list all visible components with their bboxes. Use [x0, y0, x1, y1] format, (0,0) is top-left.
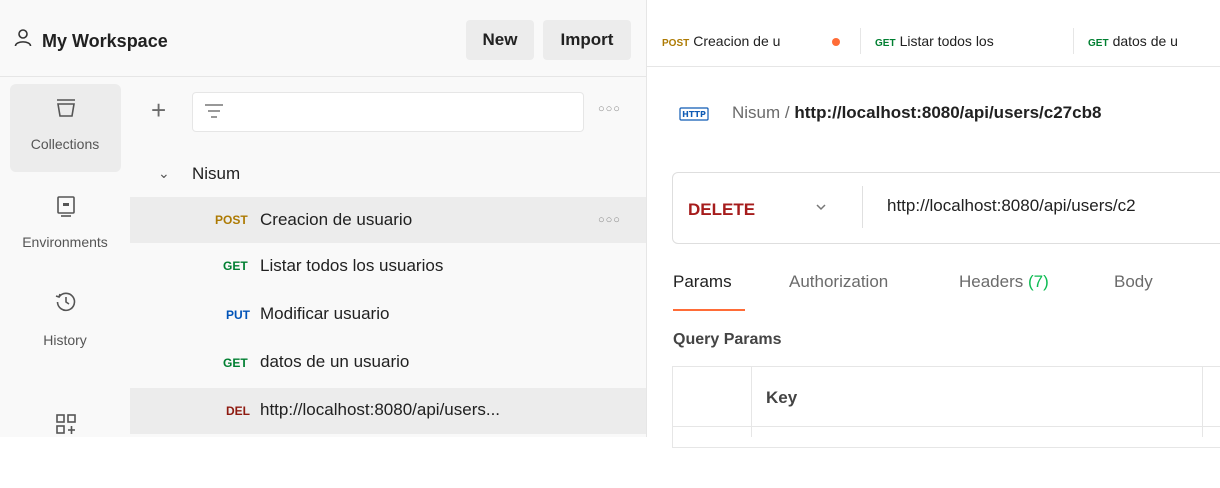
collection-name: Nisum [192, 164, 241, 183]
breadcrumb: Nisum / http://localhost:8080/api/users/… [732, 103, 1101, 123]
rail-item-environments[interactable]: Environments [10, 186, 121, 274]
request-row[interactable]: GET datos de un usuario [130, 340, 646, 386]
rail-label-collections: Collections [30, 136, 100, 152]
history-icon [55, 292, 76, 312]
request-more-icon[interactable]: ○○○ [598, 214, 621, 226]
workspace-title[interactable]: My Workspace [42, 31, 168, 52]
tab-method: GET [875, 38, 896, 49]
method-badge: POST [215, 213, 248, 227]
http-icon: HTTP [679, 107, 709, 121]
table-row-divider [672, 426, 1220, 427]
request-name: Modificar usuario [260, 304, 390, 323]
rail-label-history: History [43, 332, 87, 348]
headers-count: (7) [1028, 272, 1049, 291]
tab-request[interactable]: GET Listar todos los [875, 33, 1055, 49]
tab-label: datos de u [1112, 33, 1178, 49]
column-header-key: Key [766, 388, 798, 407]
rail-item-collections[interactable]: Collections [10, 84, 121, 172]
url-divider [862, 186, 863, 228]
tab-method: GET [1088, 38, 1109, 49]
unsaved-indicator [832, 38, 840, 46]
tab-params[interactable]: Params [673, 272, 732, 292]
tab-request[interactable]: GET datos de u [1088, 33, 1220, 49]
add-collection-icon[interactable]: + [151, 97, 166, 123]
new-button[interactable]: New [466, 20, 534, 60]
rail-label-environments: Environments [22, 234, 108, 250]
tab-authorization[interactable]: Authorization [789, 272, 888, 292]
tab-request[interactable]: POST Creacion de u [662, 33, 828, 49]
rail-item-history[interactable]: History [10, 282, 121, 370]
request-row[interactable]: POST Creacion de usuario ○○○ [130, 197, 646, 243]
query-params-title: Query Params [673, 331, 782, 348]
request-name: datos de un usuario [260, 352, 410, 371]
add-apps-icon [56, 414, 76, 434]
tab-headers[interactable]: Headers (7) [959, 272, 1049, 292]
chevron-down-icon: ⌄ [158, 165, 170, 181]
active-tab-indicator [673, 309, 745, 311]
request-title[interactable]: http://localhost:8080/api/users/c27cb8 [794, 103, 1101, 122]
rail-item-apps[interactable] [10, 400, 121, 488]
method-badge: PUT [226, 308, 250, 322]
collection-row-nisum[interactable]: ⌄ Nisum [130, 151, 646, 197]
breadcrumb-separator: / [784, 103, 790, 122]
request-name: Listar todos los usuarios [260, 256, 444, 275]
tab-divider [1073, 28, 1074, 54]
request-row[interactable]: GET Listar todos los usuarios [130, 245, 646, 291]
method-badge: GET [223, 259, 248, 273]
request-name: http://localhost:8080/api/users... [260, 400, 501, 419]
request-row-selected[interactable]: DEL http://localhost:8080/api/users... [130, 388, 646, 434]
request-row[interactable]: PUT Modificar usuario [130, 293, 646, 339]
tab-headers-label: Headers [959, 272, 1024, 291]
sidebar-more-icon[interactable]: ○○○ [598, 103, 621, 115]
tab-method: POST [662, 38, 690, 49]
breadcrumb-parent[interactable]: Nisum [732, 103, 780, 122]
tab-body[interactable]: Body [1114, 272, 1153, 292]
import-button[interactable]: Import [543, 20, 631, 60]
filter-icon [205, 104, 223, 118]
tab-label: Creacion de u [693, 33, 781, 49]
chevron-down-icon[interactable] [814, 200, 828, 214]
query-params-table [672, 366, 1220, 448]
request-name: Creacion de usuario [260, 210, 413, 229]
user-icon [14, 29, 32, 47]
environments-icon [57, 196, 75, 217]
filter-input[interactable] [192, 92, 584, 132]
collections-icon [57, 99, 75, 117]
method-badge: DEL [226, 404, 250, 418]
tab-label: Listar todos los [899, 33, 994, 49]
url-input[interactable]: http://localhost:8080/api/users/c2 [887, 196, 1136, 216]
tab-divider [860, 28, 861, 54]
method-badge: GET [223, 356, 248, 370]
method-select[interactable]: DELETE [688, 200, 755, 220]
svg-text:HTTP: HTTP [682, 110, 706, 119]
